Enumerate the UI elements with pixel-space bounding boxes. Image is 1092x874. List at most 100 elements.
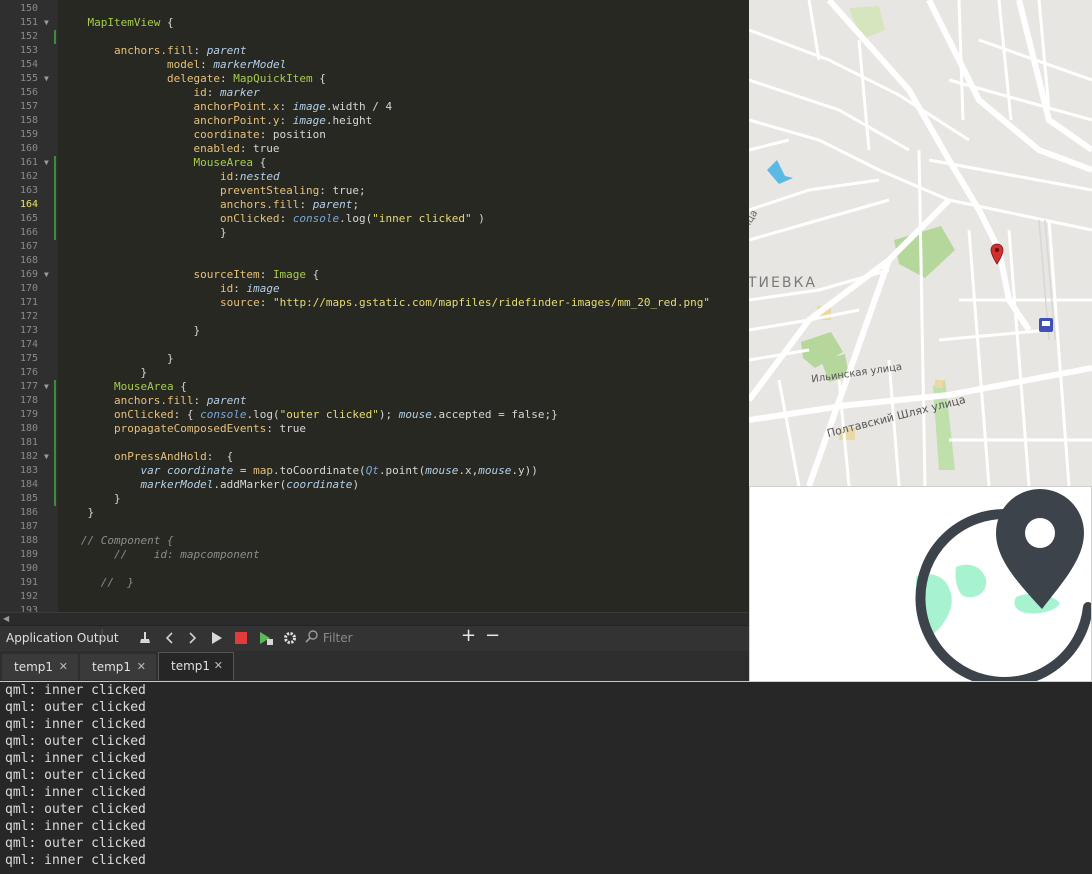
code-line[interactable]: 177 ▼ MouseArea { xyxy=(0,380,749,394)
code-line[interactable]: 186 } xyxy=(0,506,749,520)
code-line[interactable]: 162 id:nested xyxy=(0,170,749,184)
change-marker xyxy=(54,380,56,394)
code-line[interactable]: 192 xyxy=(0,590,749,604)
code-text: anchorPoint.x: image.width / 4 xyxy=(193,100,393,113)
code-line[interactable]: 176 } xyxy=(0,366,749,380)
map-view[interactable]: ица ТИЕВКА Ильинская улица Полтавский Шл… xyxy=(749,0,1092,486)
fold-toggle-icon[interactable]: ▼ xyxy=(44,268,52,282)
code-line[interactable]: 156 id: marker xyxy=(0,86,749,100)
change-marker xyxy=(54,478,56,492)
code-line[interactable]: 151 ▼ MapItemView { xyxy=(0,16,749,30)
code-line[interactable]: 167 xyxy=(0,240,749,254)
code-line[interactable]: 155 ▼ delegate: MapQuickItem { xyxy=(0,72,749,86)
code-line[interactable]: 168 xyxy=(0,254,749,268)
code-line[interactable]: 171 source: "http://maps.gstatic.com/map… xyxy=(0,296,749,310)
change-marker xyxy=(54,212,56,226)
run-icon[interactable] xyxy=(210,630,224,651)
code-line[interactable]: 185 } xyxy=(0,492,749,506)
code-line[interactable]: 179 onClicked: { console.log("outer clic… xyxy=(0,408,749,422)
settings-gear-icon[interactable] xyxy=(282,630,298,651)
close-tab-icon[interactable]: ✕ xyxy=(214,653,223,679)
code-line[interactable]: 190 xyxy=(0,562,749,576)
code-line[interactable]: 169 ▼ sourceItem: Image { xyxy=(0,268,749,282)
fold-toggle-icon[interactable]: ▼ xyxy=(44,156,52,170)
code-line[interactable]: 183 var coordinate = map.toCoordinate(Qt… xyxy=(0,464,749,478)
next-item-icon[interactable] xyxy=(186,630,198,651)
line-number: 163 xyxy=(19,185,38,196)
code-line[interactable]: 187 xyxy=(0,520,749,534)
line-number: 160 xyxy=(19,143,38,154)
code-line[interactable]: 161 ▼ MouseArea { xyxy=(0,156,749,170)
filter-input[interactable]: Filter xyxy=(305,629,445,647)
code-line[interactable]: 153 anchors.fill: parent xyxy=(0,44,749,58)
map-pin-globe-logo-icon xyxy=(915,489,1091,681)
fold-toggle-icon[interactable]: ▼ xyxy=(44,450,52,464)
line-number: 154 xyxy=(19,59,38,70)
code-line[interactable]: 158 anchorPoint.y: image.height xyxy=(0,114,749,128)
fold-toggle-icon[interactable]: ▼ xyxy=(44,72,52,86)
code-line[interactable]: 181 xyxy=(0,436,749,450)
code-line[interactable]: 172 xyxy=(0,310,749,324)
line-number: 184 xyxy=(19,479,38,490)
clear-output-icon[interactable] xyxy=(137,630,153,651)
code-line[interactable]: 178 anchors.fill: parent xyxy=(0,394,749,408)
horizontal-scrollbar[interactable]: ◀ xyxy=(0,612,749,625)
code-line[interactable]: 157 anchorPoint.x: image.width / 4 xyxy=(0,100,749,114)
code-line[interactable]: 164 anchors.fill: parent; xyxy=(0,198,749,212)
code-line[interactable]: 170 id: image xyxy=(0,282,749,296)
line-number: 150 xyxy=(19,3,38,14)
zoom-in-icon[interactable]: + xyxy=(461,627,476,645)
code-line[interactable]: 154 model: markerModel xyxy=(0,58,749,72)
close-tab-icon[interactable]: ✕ xyxy=(59,654,68,680)
code-line[interactable]: 150 xyxy=(0,2,749,16)
code-line[interactable]: 159 coordinate: position xyxy=(0,128,749,142)
code-line[interactable]: 182 ▼ onPressAndHold: { xyxy=(0,450,749,464)
code-line[interactable]: 180 propagateComposedEvents: true xyxy=(0,422,749,436)
attach-debugger-icon[interactable] xyxy=(258,630,274,651)
fold-toggle-icon[interactable]: ▼ xyxy=(44,380,52,394)
tab-temp1-2[interactable]: temp1 ✕ xyxy=(80,654,156,680)
line-number: 193 xyxy=(19,605,38,612)
code-line[interactable]: 189 // id: mapcomponent xyxy=(0,548,749,562)
line-number: 191 xyxy=(19,577,38,588)
line-number: 165 xyxy=(19,213,38,224)
fold-toggle-icon[interactable]: ▼ xyxy=(44,16,52,30)
output-line: qml: outer clicked xyxy=(5,700,146,715)
code-line[interactable]: 163 preventStealing: true; xyxy=(0,184,749,198)
tab-temp1-1[interactable]: temp1 ✕ xyxy=(2,654,78,680)
code-text: anchors.fill: parent xyxy=(113,394,247,407)
code-line[interactable]: 175 } xyxy=(0,352,749,366)
scroll-left-icon[interactable]: ◀ xyxy=(3,614,9,623)
tab-temp1-3[interactable]: temp1 ✕ xyxy=(158,652,234,680)
code-text: anchors.fill: parent xyxy=(113,44,247,57)
code-line[interactable]: 166 } xyxy=(0,226,749,240)
change-marker xyxy=(54,450,56,464)
code-text: sourceItem: Image { xyxy=(193,268,320,281)
line-number: 164 xyxy=(19,199,38,210)
code-line[interactable]: 191 // } xyxy=(0,576,749,590)
close-tab-icon[interactable]: ✕ xyxy=(137,654,146,680)
code-line[interactable]: 165 onClicked: console.log("inner clicke… xyxy=(0,212,749,226)
zoom-out-icon[interactable]: − xyxy=(485,627,500,645)
line-number: 166 xyxy=(19,227,38,238)
code-line[interactable]: 160 enabled: true xyxy=(0,142,749,156)
code-editor[interactable]: 150 151 ▼ MapItemView {152 153 anchors.fill… xyxy=(0,0,749,612)
line-number: 159 xyxy=(19,129,38,140)
code-line[interactable]: 184 markerModel.addMarker(coordinate) xyxy=(0,478,749,492)
line-number: 152 xyxy=(19,31,38,42)
code-text: } xyxy=(61,366,148,379)
previous-item-icon[interactable] xyxy=(164,630,176,651)
code-line[interactable]: 193 xyxy=(0,604,749,612)
code-line[interactable]: 152 xyxy=(0,30,749,44)
logo-card xyxy=(749,486,1092,682)
line-number: 161 xyxy=(19,157,38,168)
application-output-text[interactable]: qml: inner clicked qml: outer clicked qm… xyxy=(0,682,749,874)
code-line[interactable]: 173 } xyxy=(0,324,749,338)
code-line[interactable]: 188 // Component { xyxy=(0,534,749,548)
stop-icon[interactable] xyxy=(234,630,248,651)
code-text: MouseArea { xyxy=(193,156,267,169)
code-text: coordinate: position xyxy=(193,128,326,141)
code-text: } xyxy=(61,352,174,365)
line-number: 156 xyxy=(19,87,38,98)
code-line[interactable]: 174 xyxy=(0,338,749,352)
